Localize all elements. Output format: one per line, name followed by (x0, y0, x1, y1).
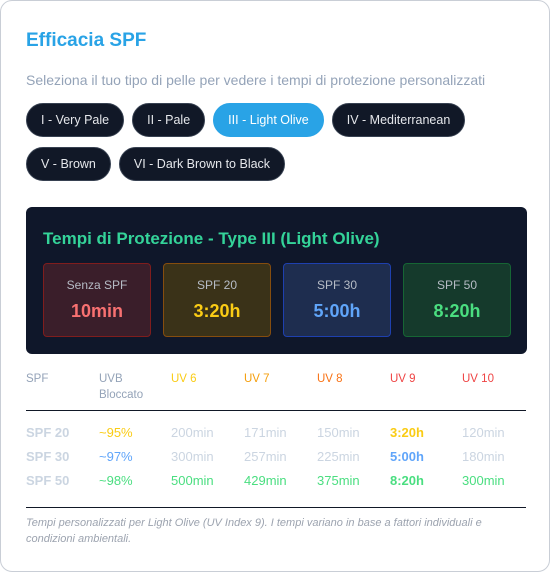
card-title: Efficacia SPF (26, 30, 147, 51)
cell-uv9: 5:00h (390, 449, 424, 464)
protection-box-label: SPF 30 (316, 278, 358, 292)
cell-uvb: ~97% (99, 449, 133, 464)
spf-card: Efficacia SPF Seleziona il tuo tipo di p… (0, 0, 550, 572)
column-header-uv6: UV 6 (171, 373, 197, 385)
table-row: SPF 20 ~95% 200min 171min 150min 3:20h 1… (26, 425, 526, 445)
cell-uv10: 180min (462, 449, 505, 464)
cell-uv7: 171min (244, 425, 287, 440)
column-header-uv10: UV 10 (462, 373, 494, 385)
table-divider-top (26, 410, 526, 411)
cell-uv8: 375min (317, 473, 360, 488)
skin-type-button-v[interactable]: V - Brown (26, 147, 111, 181)
table-divider-bottom (26, 507, 526, 508)
protection-box-spf-50: SPF 50 8:20h (403, 263, 511, 337)
skin-type-button-iii[interactable]: III - Light Olive (213, 103, 324, 137)
cell-uv9: 3:20h (390, 425, 424, 440)
column-header-uv7: UV 7 (244, 373, 270, 385)
column-header-uv9: UV 9 (390, 373, 416, 385)
protection-box-no-spf: Senza SPF 10min (43, 263, 151, 337)
cell-spf: SPF 20 (26, 425, 70, 440)
cell-uv7: 257min (244, 449, 287, 464)
cell-spf: SPF 50 (26, 473, 70, 488)
cell-uv8: 225min (317, 449, 360, 464)
cell-uv6: 200min (171, 425, 214, 440)
cell-uv10: 300min (462, 473, 505, 488)
protection-title: Tempi di Protezione - Type III (Light Ol… (43, 229, 380, 248)
protection-box-label: SPF 50 (436, 278, 478, 292)
protection-box-value: 8:20h (433, 301, 481, 321)
cell-uv6: 300min (171, 449, 214, 464)
skin-type-button-vi[interactable]: VI - Dark Brown to Black (118, 147, 286, 181)
cell-uv9: 8:20h (390, 473, 424, 488)
column-header-uv8: UV 8 (317, 373, 343, 385)
skin-type-button-ii[interactable]: II - Pale (132, 103, 206, 137)
cell-spf: SPF 30 (26, 449, 70, 464)
column-header-spf: SPF (26, 373, 49, 385)
cell-uv8: 150min (317, 425, 360, 440)
skin-type-row-1: I - Very Pale II - Pale III - Light Oliv… (26, 103, 526, 137)
skin-type-row-2: V - Brown VI - Dark Brown to Black (26, 147, 526, 181)
cell-uv6: 500min (171, 473, 214, 488)
protection-panel: Tempi di Protezione - Type III (Light Ol… (26, 207, 527, 354)
cell-uvb: ~95% (99, 425, 133, 440)
protection-boxes: Senza SPF 10min SPF 20 3:20h SPF 30 5:00… (43, 263, 511, 337)
skin-type-button-i[interactable]: I - Very Pale (26, 103, 125, 137)
protection-box-spf-20: SPF 20 3:20h (163, 263, 271, 337)
table-header: SPF UVB Bloccato UV 6 UV 7 UV 8 UV 9 UV … (26, 369, 526, 409)
table-row: SPF 30 ~97% 300min 257min 225min 5:00h 1… (26, 449, 526, 469)
spf-table: SPF UVB Bloccato UV 6 UV 7 UV 8 UV 9 UV … (26, 369, 526, 508)
cell-uvb: ~98% (99, 473, 133, 488)
protection-box-value: 10min (70, 301, 124, 321)
cell-uv10: 120min (462, 425, 505, 440)
footnote: Tempi personalizzati per Light Olive (UV… (26, 517, 482, 545)
skin-type-button-iv[interactable]: IV - Mediterranean (331, 103, 466, 137)
skin-type-selector: I - Very Pale II - Pale III - Light Oliv… (26, 103, 526, 191)
protection-box-label: SPF 20 (196, 278, 238, 292)
protection-box-value: 5:00h (313, 301, 361, 321)
card-subtitle: Seleziona il tuo tipo di pelle per veder… (26, 72, 486, 88)
protection-box-label: Senza SPF (66, 278, 128, 292)
column-header-uvb: UVB Bloccato (99, 373, 144, 401)
cell-uv7: 429min (244, 473, 287, 488)
protection-box-spf-30: SPF 30 5:00h (283, 263, 391, 337)
table-row: SPF 50 ~98% 500min 429min 375min 8:20h 3… (26, 473, 526, 493)
protection-box-value: 3:20h (193, 301, 241, 321)
